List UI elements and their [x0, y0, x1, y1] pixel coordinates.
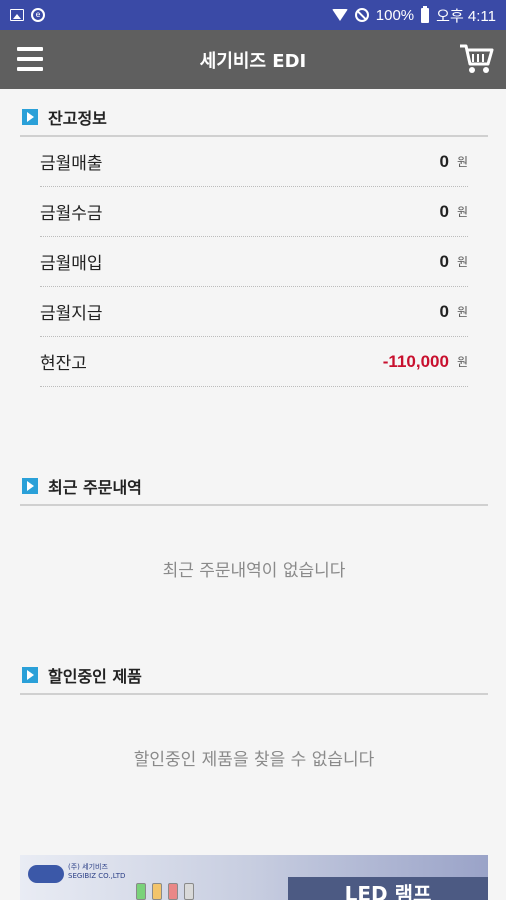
- play-bullet-icon: [22, 667, 38, 683]
- row-value: 0: [439, 301, 449, 321]
- row-unit: 원: [456, 305, 468, 319]
- clock: 오후 4:11: [436, 7, 496, 25]
- battery-icon: [421, 5, 430, 23]
- row-value: 0: [439, 251, 449, 271]
- balance-row-monthly-payment: 금월지급 0원: [40, 287, 468, 337]
- menu-icon-bar: [17, 67, 43, 71]
- balance-row-monthly-collection: 금월수금 0원: [40, 187, 468, 237]
- balance-row-current-balance: 현잔고 -110,000 원: [40, 337, 468, 387]
- row-value: 0: [439, 201, 449, 221]
- menu-button[interactable]: [17, 47, 43, 71]
- row-unit: 원: [456, 205, 468, 219]
- image-icon: [10, 9, 24, 21]
- do-not-disturb-icon: [354, 8, 369, 22]
- app-bar: 세기비즈 EDI: [0, 30, 506, 89]
- row-unit: 원: [456, 355, 468, 369]
- wifi-icon: [331, 9, 348, 21]
- row-label: 금월수금: [40, 204, 103, 224]
- company-logo: [28, 865, 64, 883]
- menu-icon-bar: [17, 57, 43, 61]
- row-value: 0: [439, 151, 449, 171]
- row-value-negative: -110,000: [382, 351, 449, 371]
- row-label: 현잔고: [40, 354, 87, 374]
- status-left: e: [10, 8, 45, 22]
- cart-icon: [460, 44, 494, 73]
- banner-company: (주) 세기비즈 SEGIBIZ CO.,LTD: [68, 863, 125, 881]
- status-bar: e 100% 오후 4:11: [0, 0, 506, 30]
- row-unit: 원: [456, 155, 468, 169]
- cart-button[interactable]: [458, 42, 494, 76]
- play-bullet-icon: [22, 478, 38, 494]
- empty-orders-message: 최근 주문내역이 없습니다: [162, 561, 346, 581]
- balance-row-monthly-purchase: 금월매입 0원: [40, 237, 468, 287]
- status-right: 100% 오후 4:11: [331, 5, 496, 26]
- row-label: 금월매출: [40, 154, 103, 174]
- sale-products-section: 할인중인 제품 할인중인 제품을 찾을 수 없습니다: [20, 657, 488, 770]
- row-unit: 원: [456, 255, 468, 269]
- section-header: 최근 주문내역: [20, 468, 488, 506]
- balance-row-monthly-sales: 금월매출 0원: [40, 137, 468, 187]
- sync-icon: e: [31, 8, 45, 22]
- recent-orders-section: 최근 주문내역 최근 주문내역이 없습니다: [20, 468, 488, 581]
- app-title: 세기비즈 EDI: [199, 50, 307, 72]
- row-label: 금월지급: [40, 304, 103, 324]
- led-lamps-image: [136, 883, 194, 900]
- play-bullet-icon: [22, 109, 38, 125]
- section-header: 잔고정보: [20, 99, 488, 137]
- balance-list: 금월매출 0원 금월수금 0원 금월매입 0원 금월지급 0원 현잔고 -110…: [40, 137, 468, 387]
- empty-sale-message: 할인중인 제품을 찾을 수 없습니다: [133, 750, 375, 770]
- battery-percent: 100%: [375, 6, 415, 24]
- section-title: 할인중인 제품: [48, 667, 142, 686]
- menu-icon-bar: [17, 47, 43, 51]
- promo-banner[interactable]: (주) 세기비즈 SEGIBIZ CO.,LTD LED 램프: [20, 855, 488, 900]
- row-label: 금월매입: [40, 254, 103, 274]
- section-title: 잔고정보: [48, 109, 107, 128]
- section-header: 할인중인 제품: [20, 657, 488, 695]
- banner-headline: LED 램프: [288, 877, 488, 900]
- banner-company-kr: (주) 세기비즈: [68, 863, 108, 871]
- balance-section: 잔고정보 금월매출 0원 금월수금 0원 금월매입 0원 금월지급 0원 현잔고…: [20, 99, 488, 387]
- banner-company-en: SEGIBIZ CO.,LTD: [68, 872, 126, 880]
- section-title: 최근 주문내역: [48, 478, 142, 497]
